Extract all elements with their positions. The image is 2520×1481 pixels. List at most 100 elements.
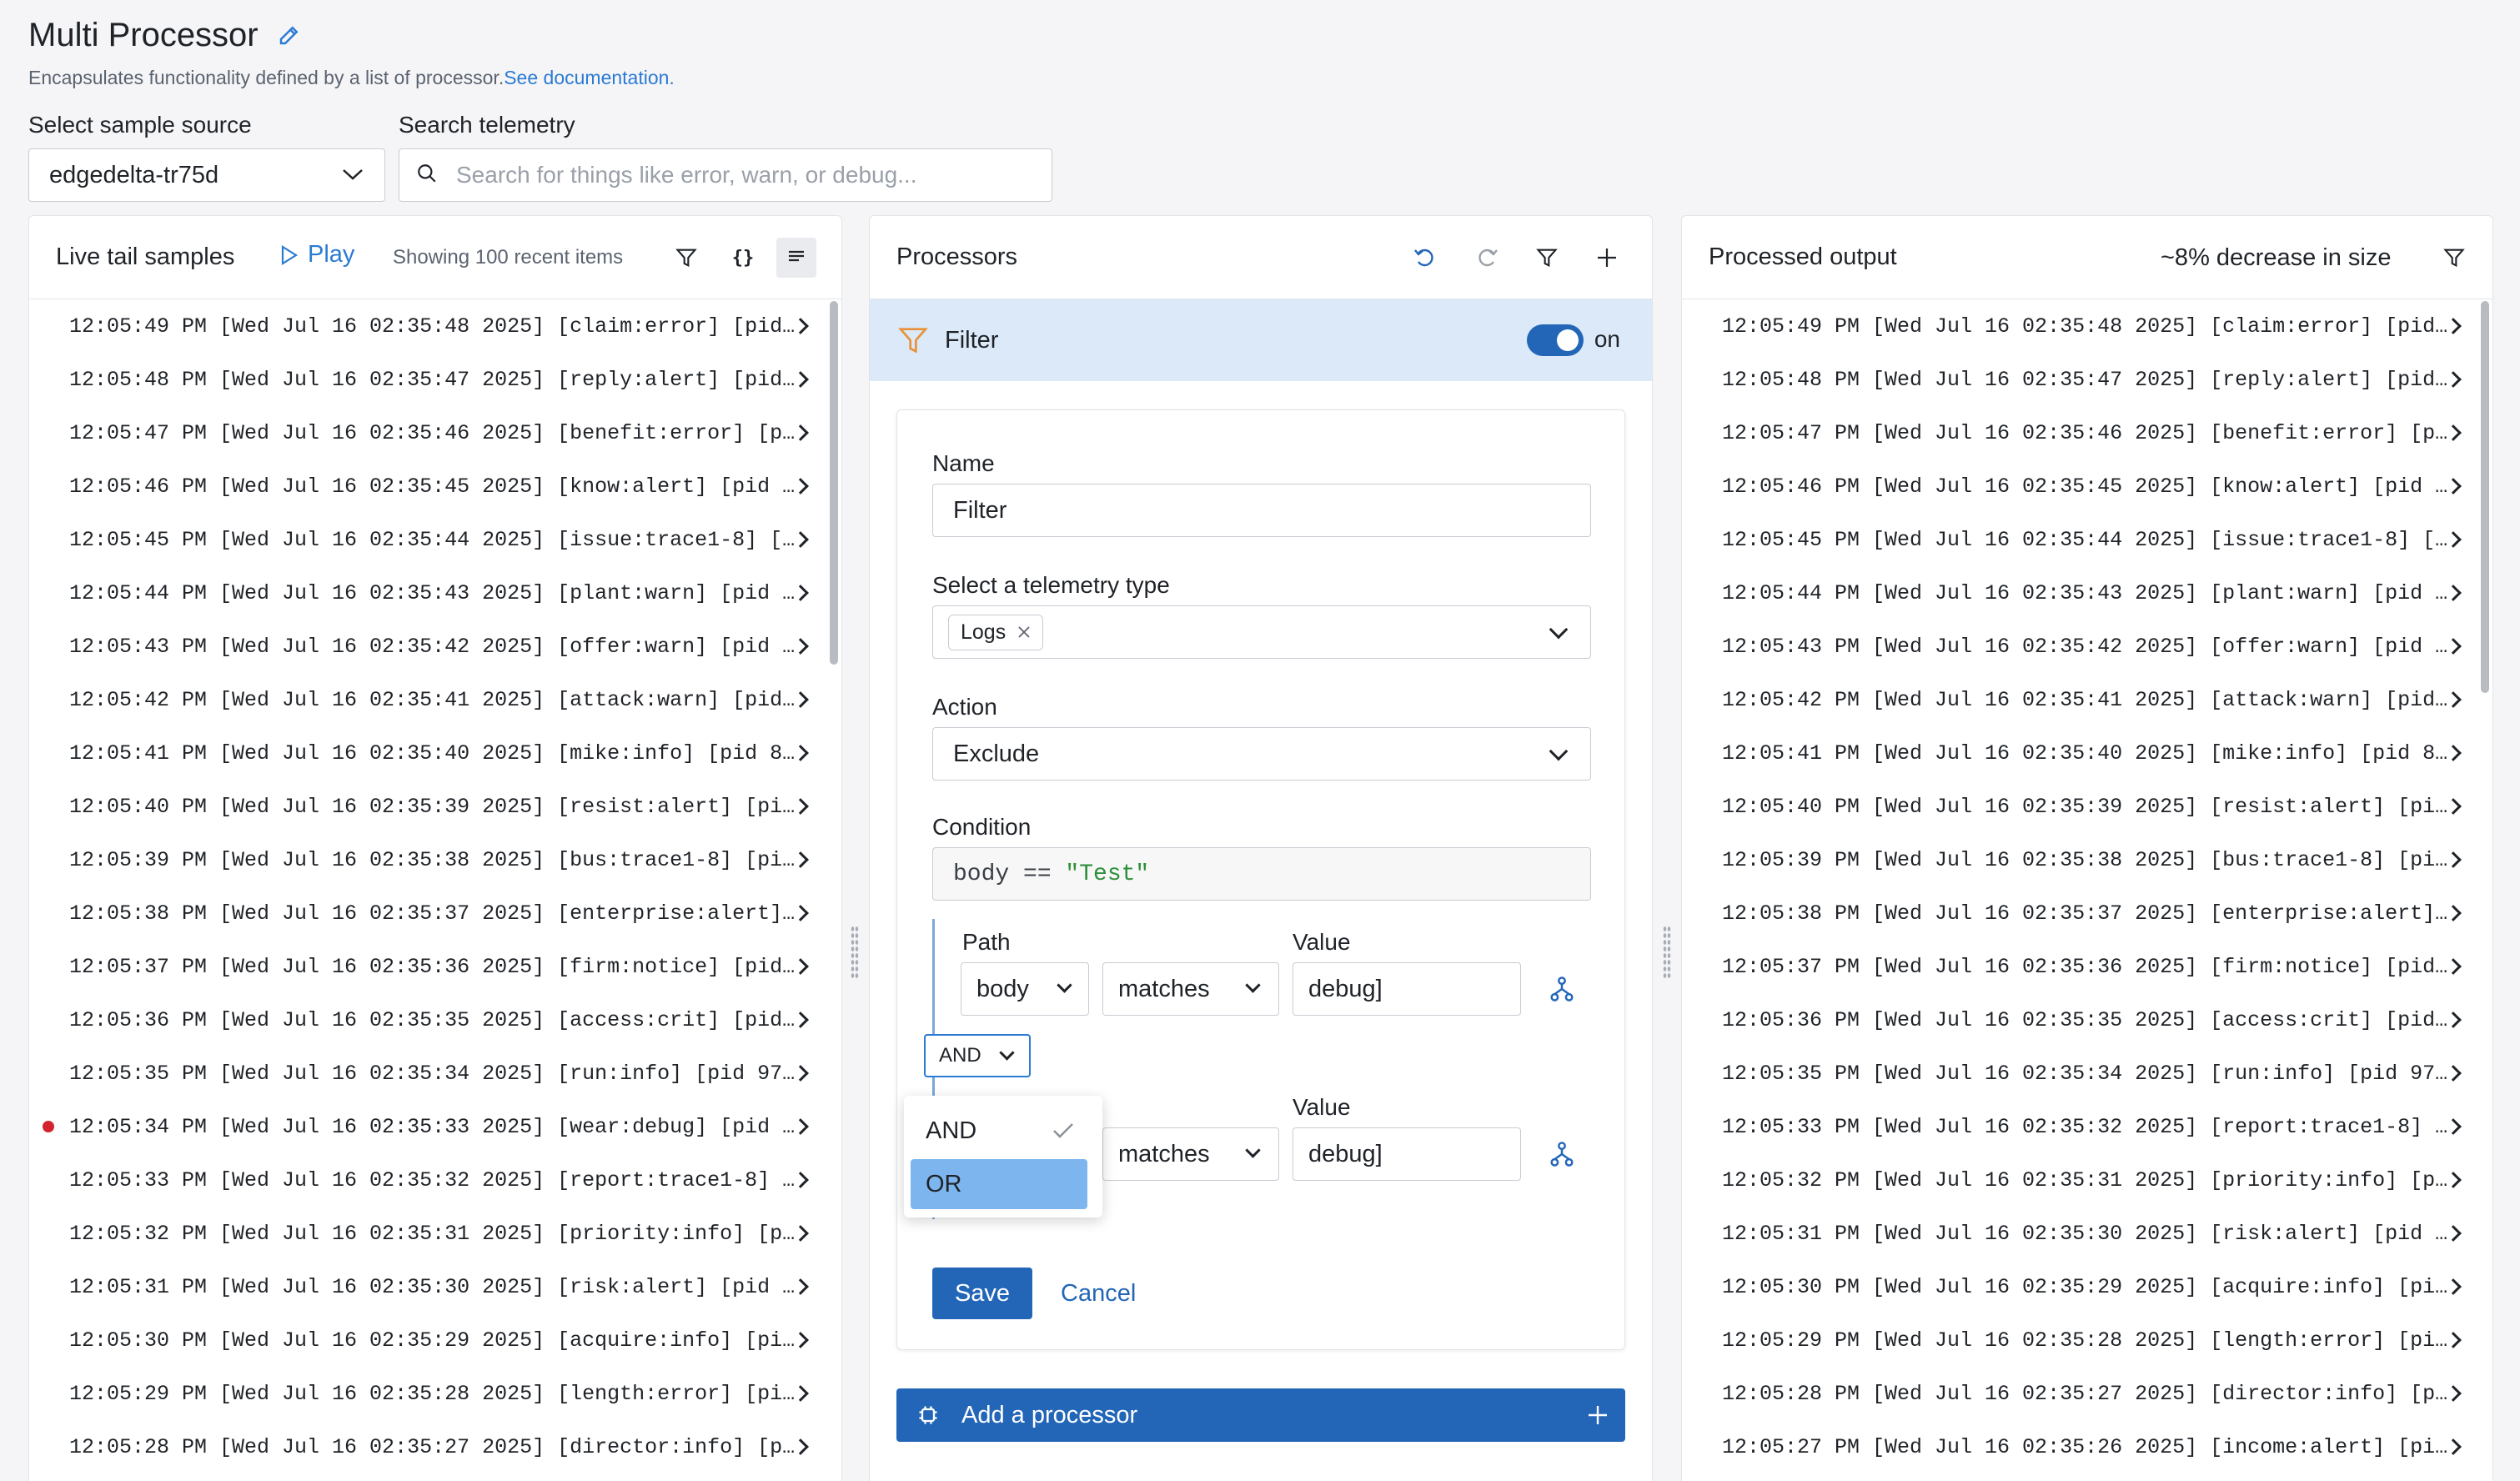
log-row[interactable]: 12:05:41 PM [Wed Jul 16 02:35:40 2025] [… bbox=[1682, 726, 2492, 780]
chevron-down-icon bbox=[341, 162, 364, 189]
log-row[interactable]: 12:05:40 PM [Wed Jul 16 02:35:39 2025] [… bbox=[29, 780, 841, 833]
branch-icon[interactable] bbox=[1549, 1141, 1574, 1172]
log-row-text: 12:05:28 PM [Wed Jul 16 02:35:27 2025] [… bbox=[1722, 1381, 2448, 1406]
value-input-2[interactable]: debug] bbox=[1293, 1127, 1521, 1181]
redo-icon[interactable] bbox=[1472, 243, 1502, 273]
log-row[interactable]: 12:05:31 PM [Wed Jul 16 02:35:30 2025] [… bbox=[29, 1260, 841, 1313]
log-row[interactable]: 12:05:44 PM [Wed Jul 16 02:35:43 2025] [… bbox=[29, 566, 841, 620]
undo-icon[interactable] bbox=[1410, 243, 1440, 273]
value-input-1[interactable]: debug] bbox=[1293, 962, 1521, 1016]
filter-icon[interactable] bbox=[671, 243, 701, 273]
processed-output-list: 12:05:49 PM [Wed Jul 16 02:35:48 2025] [… bbox=[1682, 299, 2492, 1481]
log-row[interactable]: 12:05:42 PM [Wed Jul 16 02:35:41 2025] [… bbox=[29, 673, 841, 726]
right-resize-handle[interactable] bbox=[1663, 926, 1671, 979]
log-row[interactable]: 12:05:48 PM [Wed Jul 16 02:35:47 2025] [… bbox=[29, 353, 841, 406]
log-row[interactable]: 12:05:37 PM [Wed Jul 16 02:35:36 2025] [… bbox=[29, 940, 841, 993]
page-header: Multi Processor Encapsulates functionali… bbox=[28, 12, 2497, 203]
name-label: Name bbox=[932, 450, 995, 476]
log-row[interactable]: 12:05:46 PM [Wed Jul 16 02:35:45 2025] [… bbox=[29, 459, 841, 513]
log-row[interactable]: 12:05:48 PM [Wed Jul 16 02:35:47 2025] [… bbox=[1682, 353, 2492, 406]
log-row-text: 12:05:32 PM [Wed Jul 16 02:35:31 2025] [… bbox=[1722, 1167, 2448, 1192]
operator-select-1[interactable]: matches bbox=[1102, 962, 1279, 1016]
group-operator-menu: AND OR bbox=[904, 1096, 1102, 1217]
log-row[interactable]: 12:05:30 PM [Wed Jul 16 02:35:29 2025] [… bbox=[1682, 1260, 2492, 1313]
search-input[interactable] bbox=[456, 162, 1035, 188]
log-row[interactable]: 12:05:45 PM [Wed Jul 16 02:35:44 2025] [… bbox=[1682, 513, 2492, 566]
log-row[interactable]: 12:05:47 PM [Wed Jul 16 02:35:46 2025] [… bbox=[29, 406, 841, 459]
processed-output-title: Processed output bbox=[1709, 243, 1897, 270]
log-row[interactable]: 12:05:36 PM [Wed Jul 16 02:35:35 2025] [… bbox=[29, 993, 841, 1047]
cancel-button[interactable]: Cancel bbox=[1061, 1268, 1136, 1319]
path-select[interactable]: body bbox=[961, 962, 1089, 1016]
log-row[interactable]: 12:05:43 PM [Wed Jul 16 02:35:42 2025] [… bbox=[29, 620, 841, 673]
log-row-text: 12:05:35 PM [Wed Jul 16 02:35:34 2025] [… bbox=[1722, 1061, 2448, 1086]
menu-item-and[interactable]: AND bbox=[911, 1106, 1087, 1156]
log-row[interactable]: 12:05:31 PM [Wed Jul 16 02:35:30 2025] [… bbox=[1682, 1207, 2492, 1260]
close-icon[interactable] bbox=[1017, 625, 1031, 639]
save-button[interactable]: Save bbox=[932, 1268, 1032, 1319]
telemetry-type-select[interactable]: Logs bbox=[932, 605, 1591, 659]
log-row-text: 12:05:49 PM [Wed Jul 16 02:35:48 2025] [… bbox=[1722, 314, 2448, 339]
group-operator-select[interactable]: AND bbox=[924, 1034, 1031, 1077]
log-row[interactable]: 12:05:38 PM [Wed Jul 16 02:35:37 2025] [… bbox=[1682, 886, 2492, 940]
name-input[interactable]: Filter bbox=[932, 484, 1591, 537]
log-row-text: 12:05:43 PM [Wed Jul 16 02:35:42 2025] [… bbox=[69, 634, 796, 659]
add-processor-button[interactable]: Add a processor bbox=[896, 1388, 1625, 1442]
json-view-button[interactable]: {} bbox=[726, 241, 760, 274]
play-button[interactable]: Play bbox=[279, 241, 354, 269]
chevron-down-icon bbox=[1245, 977, 1261, 993]
left-resize-handle[interactable] bbox=[851, 926, 859, 979]
log-row[interactable]: 12:05:49 PM [Wed Jul 16 02:35:48 2025] [… bbox=[1682, 299, 2492, 353]
log-row[interactable]: 12:05:30 PM [Wed Jul 16 02:35:29 2025] [… bbox=[29, 1313, 841, 1367]
log-row[interactable]: 12:05:33 PM [Wed Jul 16 02:35:32 2025] [… bbox=[1682, 1100, 2492, 1153]
plus-icon bbox=[1589, 1406, 1607, 1424]
log-row[interactable]: 12:05:28 PM [Wed Jul 16 02:35:27 2025] [… bbox=[29, 1420, 841, 1473]
log-row[interactable]: 12:05:47 PM [Wed Jul 16 02:35:46 2025] [… bbox=[1682, 406, 2492, 459]
log-row[interactable]: 12:05:39 PM [Wed Jul 16 02:35:38 2025] [… bbox=[1682, 833, 2492, 886]
log-row[interactable]: 12:05:41 PM [Wed Jul 16 02:35:40 2025] [… bbox=[29, 726, 841, 780]
processed-output-panel: Processed output ~8% decrease in size 12… bbox=[1681, 215, 2493, 1481]
log-row[interactable]: 12:05:35 PM [Wed Jul 16 02:35:34 2025] [… bbox=[29, 1047, 841, 1100]
log-row[interactable]: 12:05:37 PM [Wed Jul 16 02:35:36 2025] [… bbox=[1682, 940, 2492, 993]
branch-icon[interactable] bbox=[1549, 976, 1574, 1007]
search-telemetry-field[interactable] bbox=[399, 148, 1052, 202]
filter-icon[interactable] bbox=[1532, 243, 1562, 273]
log-row[interactable]: 12:05:27 PM [Wed Jul 16 02:35:26 2025] [… bbox=[1682, 1420, 2492, 1473]
json-icon: {} bbox=[731, 247, 755, 269]
condition-editor[interactable]: body == "Test" bbox=[932, 847, 1591, 901]
log-row[interactable]: 12:05:29 PM [Wed Jul 16 02:35:28 2025] [… bbox=[29, 1367, 841, 1420]
log-row[interactable]: 12:05:46 PM [Wed Jul 16 02:35:45 2025] [… bbox=[1682, 459, 2492, 513]
log-row[interactable]: 12:05:43 PM [Wed Jul 16 02:35:42 2025] [… bbox=[1682, 620, 2492, 673]
right-scrollbar[interactable] bbox=[2481, 301, 2489, 693]
log-row[interactable]: 12:05:32 PM [Wed Jul 16 02:35:31 2025] [… bbox=[29, 1207, 841, 1260]
log-row[interactable]: 12:05:42 PM [Wed Jul 16 02:35:41 2025] [… bbox=[1682, 673, 2492, 726]
sample-source-select[interactable]: edgedelta-tr75d bbox=[28, 148, 385, 202]
left-scrollbar[interactable] bbox=[830, 301, 838, 665]
log-row[interactable]: 12:05:35 PM [Wed Jul 16 02:35:34 2025] [… bbox=[1682, 1047, 2492, 1100]
log-row[interactable]: 12:05:32 PM [Wed Jul 16 02:35:31 2025] [… bbox=[1682, 1153, 2492, 1207]
log-row[interactable]: 12:05:44 PM [Wed Jul 16 02:35:43 2025] [… bbox=[1682, 566, 2492, 620]
operator-select-2[interactable]: matches bbox=[1102, 1127, 1279, 1181]
filter-icon[interactable] bbox=[2439, 243, 2469, 273]
log-row[interactable]: 12:05:36 PM [Wed Jul 16 02:35:35 2025] [… bbox=[1682, 993, 2492, 1047]
filter-processor-item[interactable]: Filter on bbox=[870, 299, 1652, 381]
log-row[interactable]: 12:05:34 PM [Wed Jul 16 02:35:33 2025] [… bbox=[29, 1100, 841, 1153]
text-view-button[interactable] bbox=[776, 238, 816, 278]
chevron-down-icon bbox=[1549, 620, 1569, 640]
menu-item-or[interactable]: OR bbox=[911, 1159, 1087, 1209]
log-row[interactable]: 12:05:39 PM [Wed Jul 16 02:35:38 2025] [… bbox=[29, 833, 841, 886]
see-documentation-link[interactable]: See documentation. bbox=[504, 67, 675, 88]
filter-form: Name Filter Select a telemetry type Logs… bbox=[896, 409, 1625, 1350]
edit-icon[interactable] bbox=[277, 23, 302, 48]
log-row[interactable]: 12:05:40 PM [Wed Jul 16 02:35:39 2025] [… bbox=[1682, 780, 2492, 833]
plus-icon[interactable] bbox=[1592, 243, 1622, 273]
log-row[interactable]: 12:05:28 PM [Wed Jul 16 02:35:27 2025] [… bbox=[1682, 1367, 2492, 1420]
log-row[interactable]: 12:05:38 PM [Wed Jul 16 02:35:37 2025] [… bbox=[29, 886, 841, 940]
action-select[interactable]: Exclude bbox=[932, 727, 1591, 781]
log-row[interactable]: 12:05:45 PM [Wed Jul 16 02:35:44 2025] [… bbox=[29, 513, 841, 566]
log-row[interactable]: 12:05:49 PM [Wed Jul 16 02:35:48 2025] [… bbox=[29, 299, 841, 353]
filter-enabled-toggle[interactable] bbox=[1527, 324, 1584, 356]
path-value: body bbox=[976, 975, 1029, 1002]
log-row[interactable]: 12:05:29 PM [Wed Jul 16 02:35:28 2025] [… bbox=[1682, 1313, 2492, 1367]
log-row[interactable]: 12:05:33 PM [Wed Jul 16 02:35:32 2025] [… bbox=[29, 1153, 841, 1207]
